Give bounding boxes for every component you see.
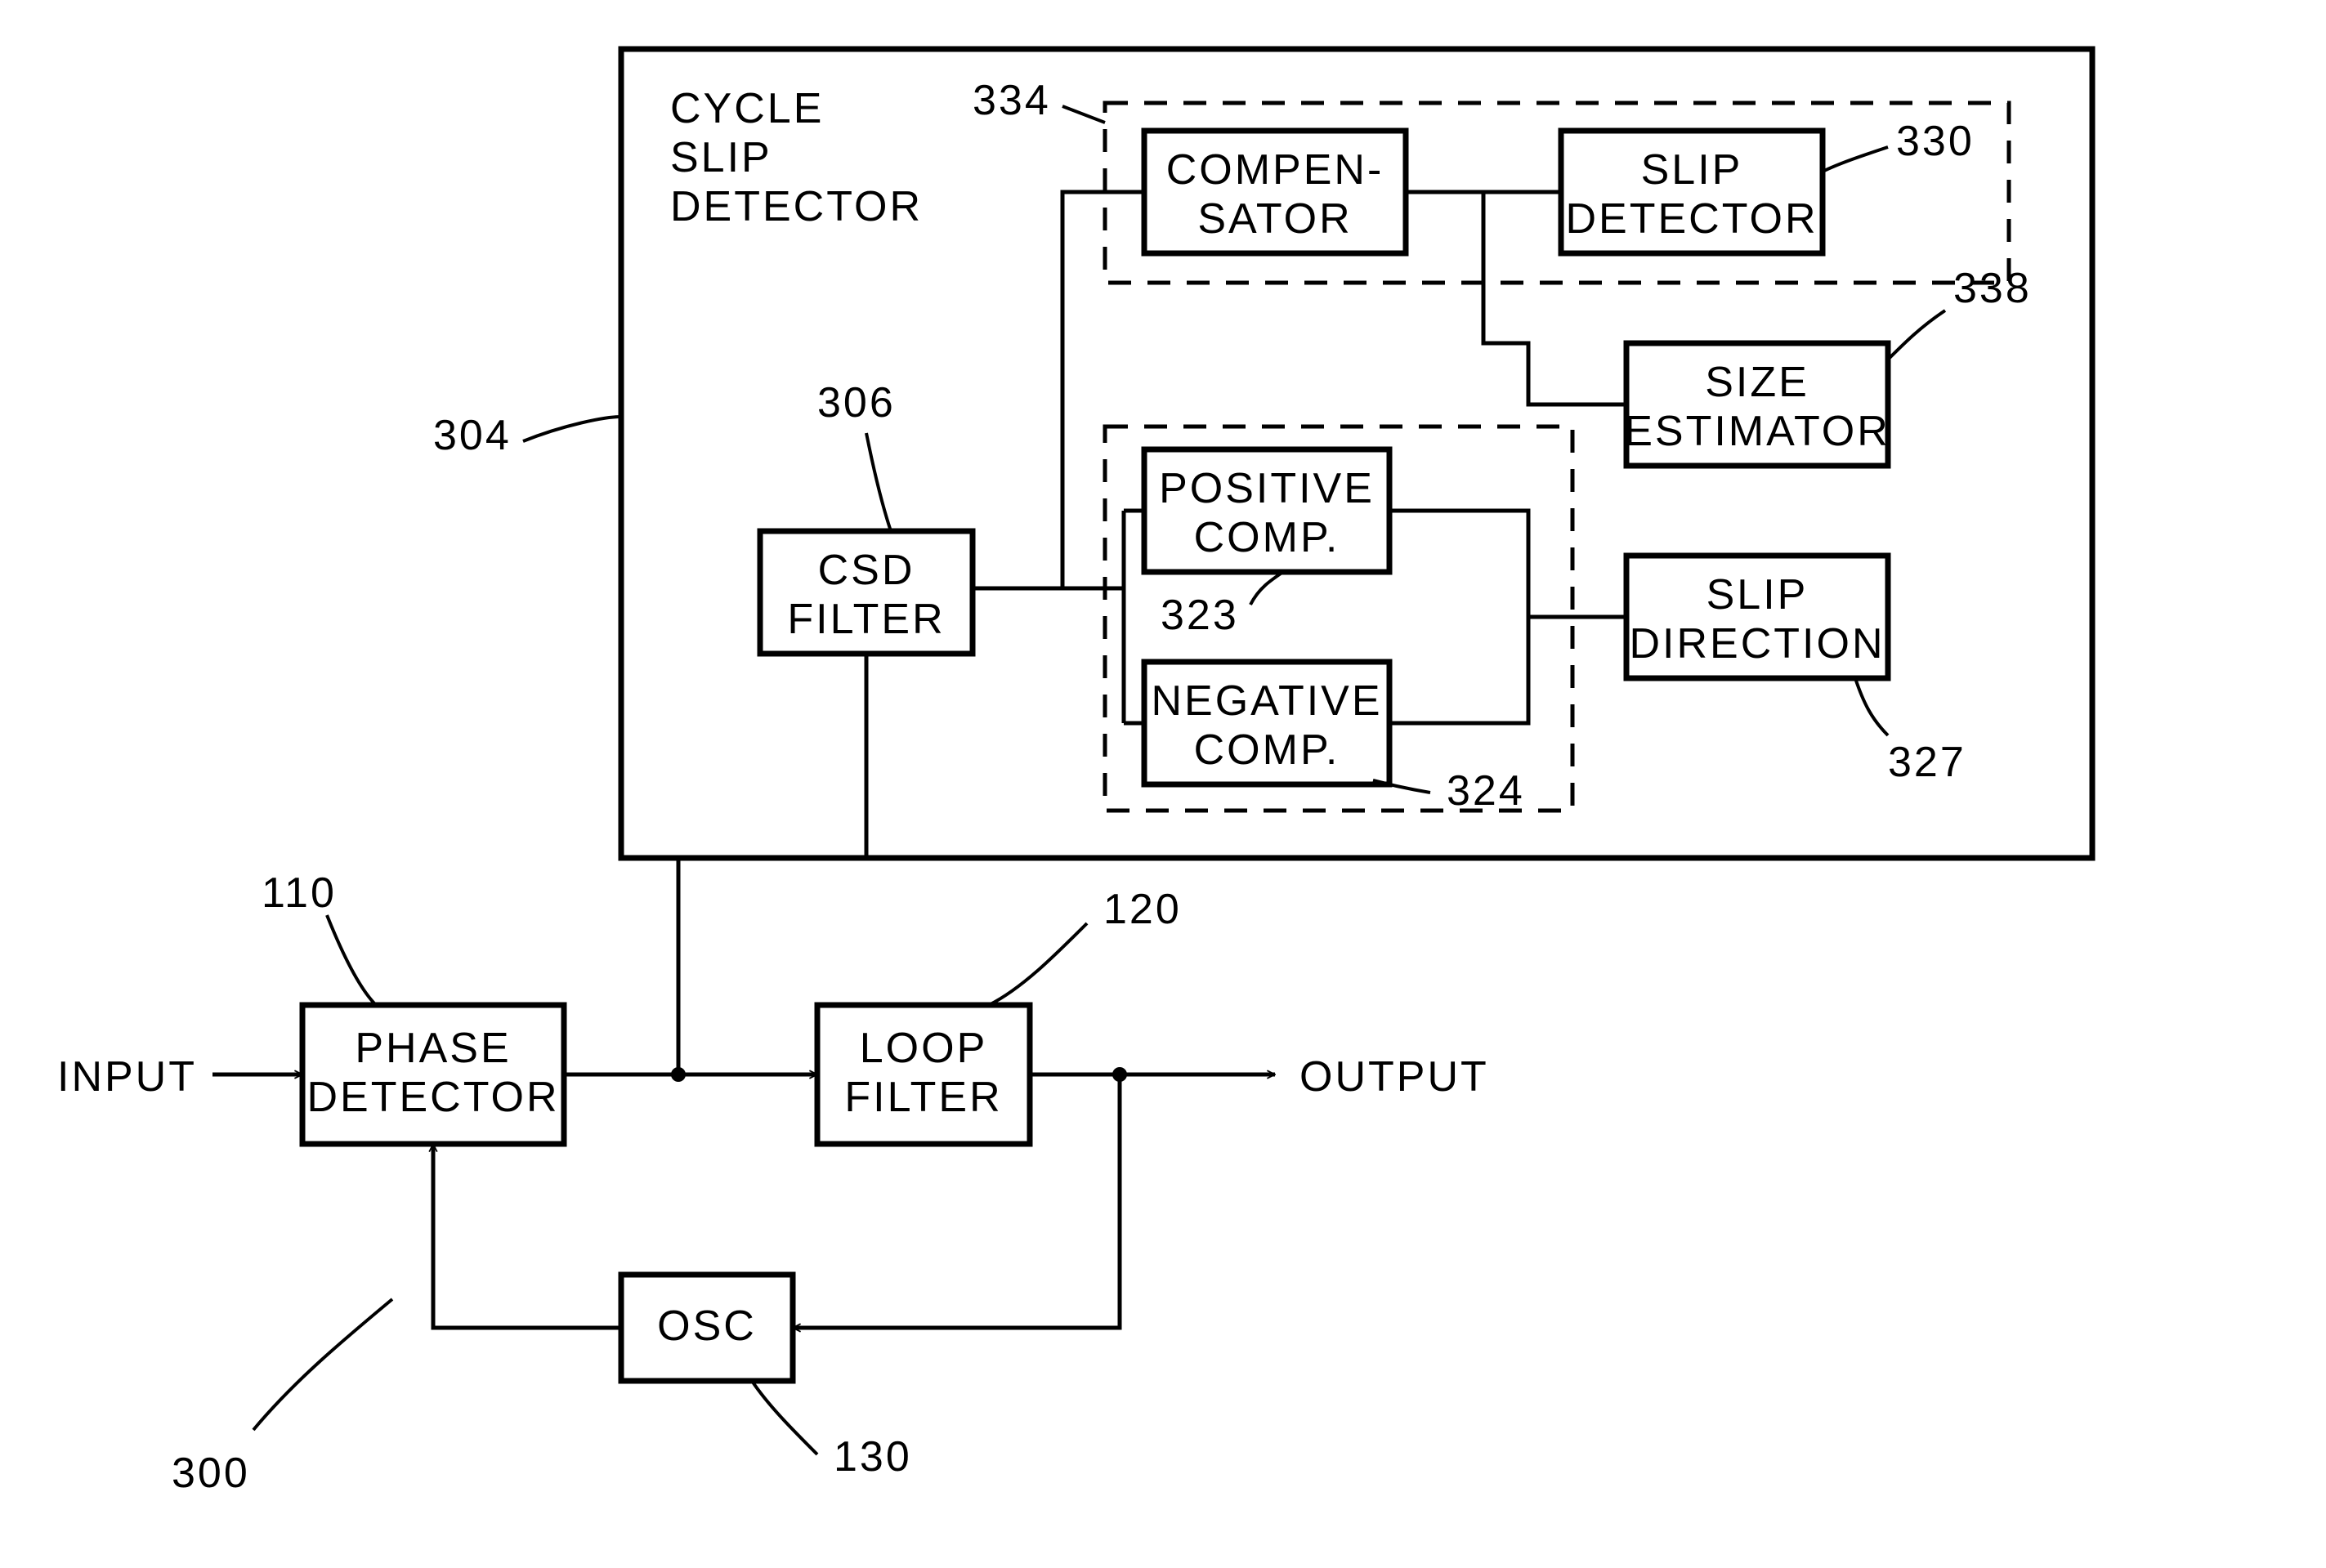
ref-327: 327 — [1888, 739, 1966, 786]
ref-130: 130 — [834, 1433, 912, 1481]
svg-text:SLIP: SLIP — [1706, 571, 1809, 619]
slip-detector-block: SLIP DETECTOR — [1561, 131, 1823, 253]
leader-304 — [523, 417, 621, 441]
compensator-block: COMPEN- SATOR — [1144, 131, 1406, 253]
svg-text:NEGATIVE: NEGATIVE — [1151, 677, 1382, 725]
leader-130 — [752, 1381, 817, 1454]
svg-text:CSD: CSD — [818, 547, 915, 594]
ref-120: 120 — [1103, 886, 1182, 933]
svg-text:FILTER: FILTER — [844, 1074, 1002, 1121]
osc-block: OSC — [621, 1275, 793, 1381]
ref-110: 110 — [262, 869, 337, 917]
leader-300 — [253, 1299, 392, 1430]
svg-text:POSITIVE: POSITIVE — [1159, 465, 1375, 512]
ref-306: 306 — [817, 379, 896, 427]
loop-filter-block: LOOP FILTER — [817, 1005, 1030, 1144]
phase-detector-block: PHASE DETECTOR — [302, 1005, 564, 1144]
ref-334: 334 — [973, 77, 1051, 124]
svg-text:COMP.: COMP. — [1194, 514, 1340, 561]
size-estimator-block: SIZE ESTIMATOR — [1624, 343, 1890, 466]
ref-300: 300 — [172, 1450, 250, 1497]
slip-direction-block: SLIP DIRECTION — [1626, 556, 1888, 678]
leader-120 — [989, 923, 1087, 1005]
svg-text:FILTER: FILTER — [787, 596, 945, 643]
svg-text:OSC: OSC — [657, 1302, 757, 1350]
ref-338: 338 — [1953, 265, 2032, 312]
output-label: OUTPUT — [1299, 1053, 1489, 1101]
svg-text:PHASE: PHASE — [355, 1025, 511, 1072]
svg-text:COMP.: COMP. — [1194, 726, 1340, 774]
svg-text:DETECTOR: DETECTOR — [1565, 195, 1818, 243]
ref-304: 304 — [433, 412, 512, 459]
svg-text:ESTIMATOR: ESTIMATOR — [1624, 408, 1890, 455]
svg-text:COMPEN-: COMPEN- — [1166, 146, 1384, 194]
svg-text:DIRECTION: DIRECTION — [1630, 620, 1885, 668]
svg-text:SATOR: SATOR — [1197, 195, 1352, 243]
leader-110 — [327, 915, 376, 1005]
wire-osc-to-phase — [433, 1144, 621, 1328]
svg-text:DETECTOR: DETECTOR — [306, 1074, 559, 1121]
svg-text:LOOP: LOOP — [860, 1025, 988, 1072]
ref-330: 330 — [1896, 118, 1975, 165]
ref-324: 324 — [1447, 767, 1525, 815]
svg-text:SIZE: SIZE — [1705, 359, 1809, 406]
positive-comp-block: POSITIVE COMP. — [1144, 449, 1389, 572]
negative-comp-block: NEGATIVE COMP. — [1144, 662, 1389, 784]
csd-filter-block: CSD FILTER — [760, 531, 973, 654]
ref-323: 323 — [1161, 592, 1239, 639]
svg-text:SLIP: SLIP — [1641, 146, 1743, 194]
input-label: INPUT — [57, 1053, 197, 1101]
